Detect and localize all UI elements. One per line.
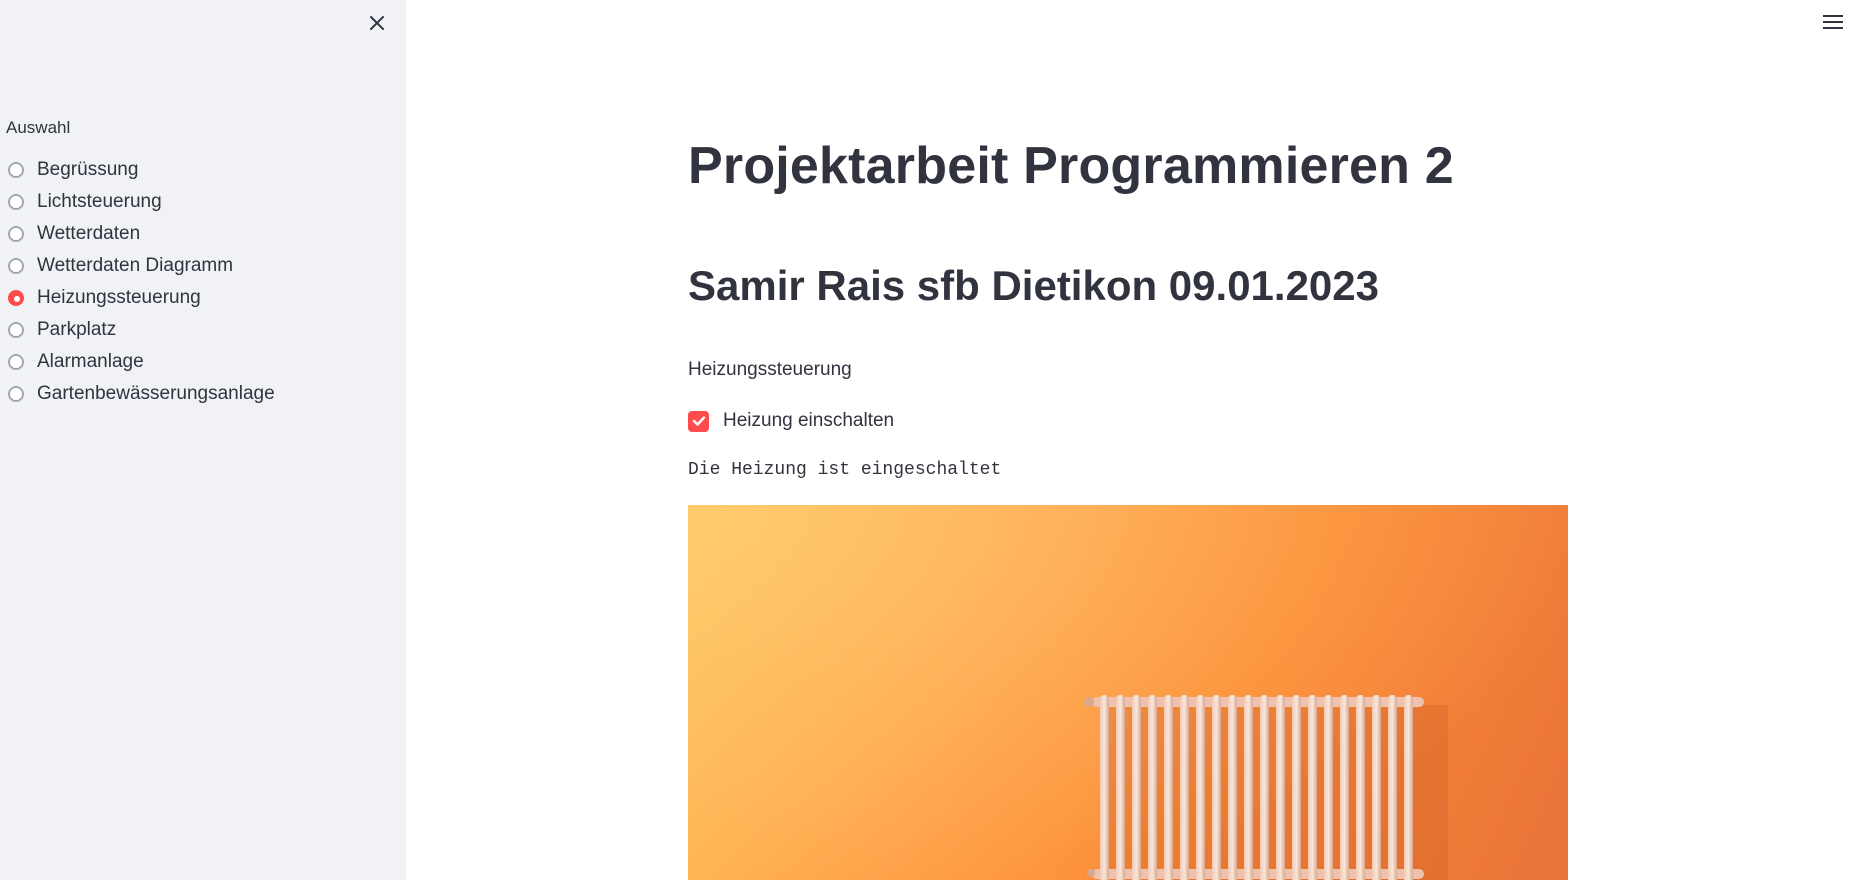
radio-option-heizungssteuerung[interactable]: Heizungssteuerung	[8, 282, 275, 314]
close-icon	[370, 16, 384, 30]
radiator-image	[688, 505, 1568, 880]
radio-option-label: Parkplatz	[37, 319, 117, 340]
checkbox-label: Heizung einschalten	[723, 410, 895, 431]
app-window: Auswahl Begrüssung Lichtsteuerung Wetter…	[0, 0, 1851, 880]
radio-group: Begrüssung Lichtsteuerung Wetterdaten We…	[8, 154, 275, 410]
radio-option-wetterdaten[interactable]: Wetterdaten	[8, 218, 275, 250]
hamburger-menu-icon	[1823, 15, 1843, 29]
radiator-illustration	[688, 505, 1568, 880]
main-menu-button[interactable]	[1821, 10, 1845, 34]
radio-option-label: Lichtsteuerung	[37, 191, 162, 212]
page-subtitle: Samir Rais sfb Dietikon 09.01.2023	[688, 262, 1380, 309]
radio-button[interactable]	[8, 258, 24, 274]
checkmark-icon	[692, 416, 705, 426]
radio-button[interactable]	[8, 194, 24, 210]
radio-option-gartenbewaesserungsanlage[interactable]: Gartenbewässerungsanlage	[8, 378, 275, 410]
radio-button[interactable]	[8, 354, 24, 370]
radio-option-label: Begrüssung	[37, 159, 139, 180]
page-title: Projektarbeit Programmieren 2	[688, 137, 1454, 195]
radio-option-alarmanlage[interactable]: Alarmanlage	[8, 346, 275, 378]
radio-option-wetterdaten-diagramm[interactable]: Wetterdaten Diagramm	[8, 250, 275, 282]
radio-option-label: Gartenbewässerungsanlage	[37, 383, 275, 404]
radio-option-label: Wetterdaten	[37, 223, 141, 244]
radio-option-begruessung[interactable]: Begrüssung	[8, 154, 275, 186]
radio-option-label: Heizungssteuerung	[37, 287, 201, 308]
radio-button[interactable]	[8, 322, 24, 338]
radio-option-label: Alarmanlage	[37, 351, 144, 372]
sidebar: Auswahl Begrüssung Lichtsteuerung Wetter…	[0, 0, 406, 880]
main-content: Projektarbeit Programmieren 2 Samir Rais…	[406, 0, 1851, 880]
radio-button[interactable]	[8, 386, 24, 402]
heizung-checkbox[interactable]: Heizung einschalten	[688, 410, 894, 432]
radio-button[interactable]	[8, 226, 24, 242]
status-text: Die Heizung ist eingeschaltet	[688, 460, 1002, 480]
radio-button-selected[interactable]	[8, 290, 24, 306]
radio-option-lichtsteuerung[interactable]: Lichtsteuerung	[8, 186, 275, 218]
radio-option-label: Wetterdaten Diagramm	[37, 255, 234, 276]
radio-group-label: Auswahl	[6, 118, 71, 137]
checkbox-checked[interactable]	[688, 410, 709, 432]
radio-button[interactable]	[8, 162, 24, 178]
radio-option-parkplatz[interactable]: Parkplatz	[8, 314, 275, 346]
close-sidebar-button[interactable]	[364, 10, 390, 36]
section-label: Heizungssteuerung	[688, 359, 852, 380]
